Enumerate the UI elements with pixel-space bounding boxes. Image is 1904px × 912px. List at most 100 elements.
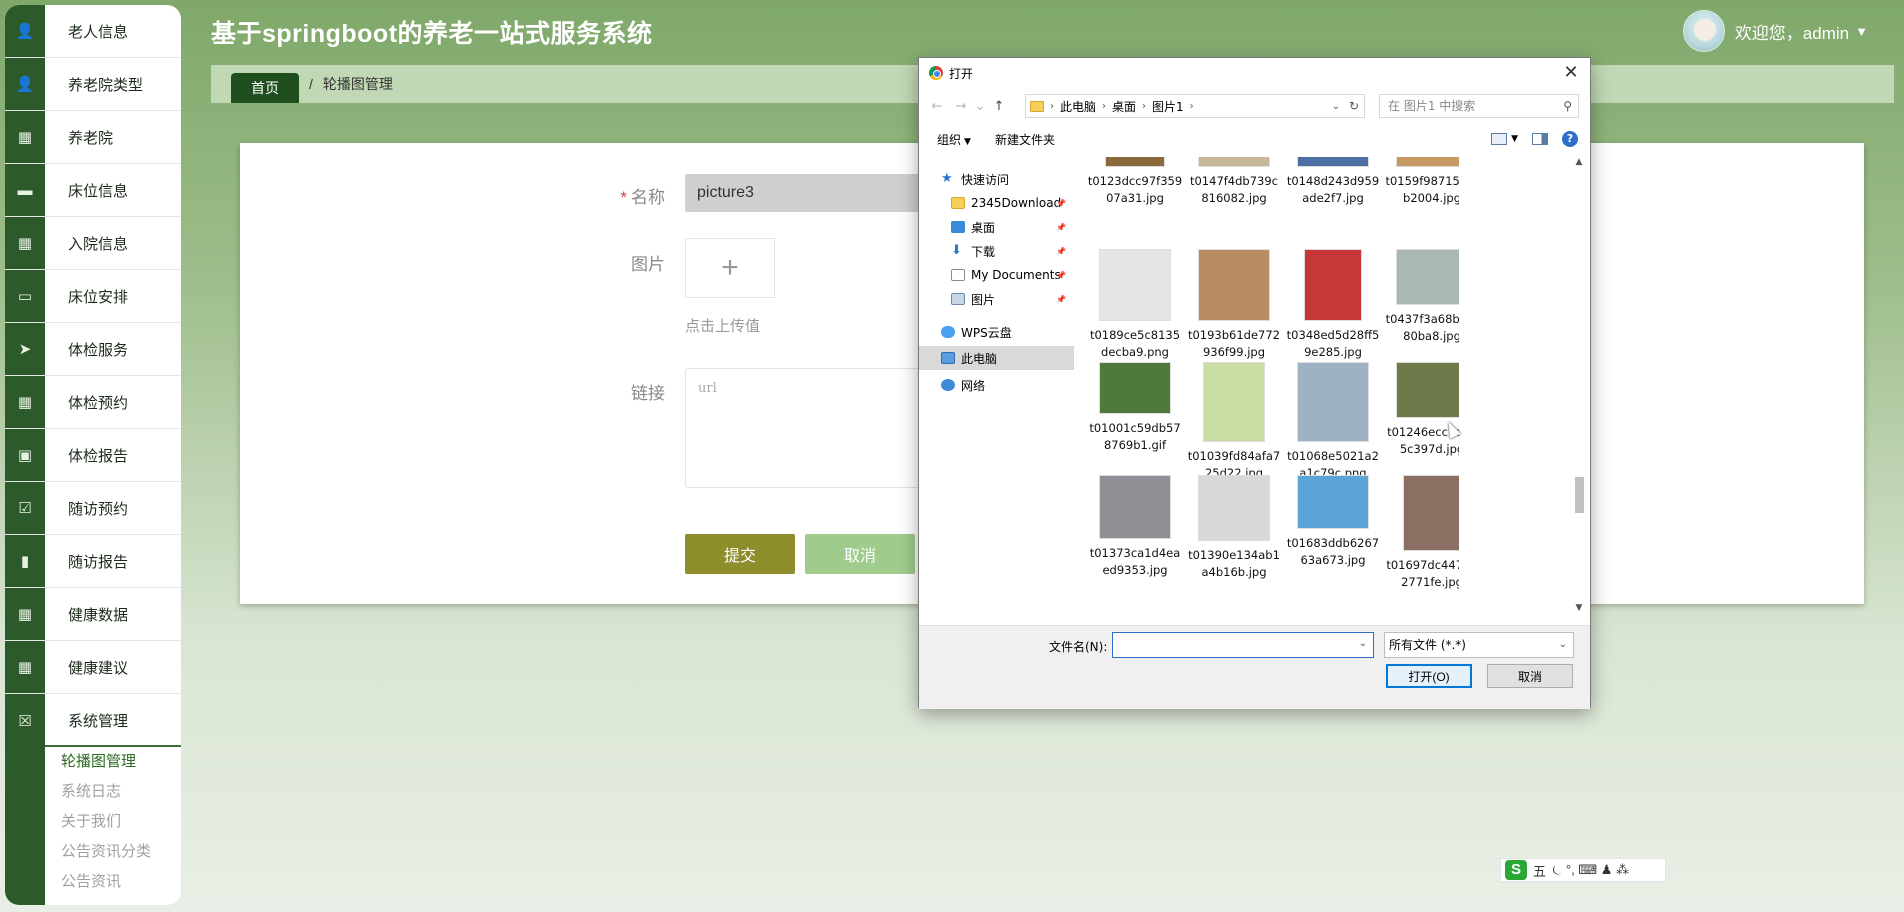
file-item[interactable]: t0123dcc97f359 07a31.jpg [1079, 157, 1191, 207]
avatar[interactable] [1682, 10, 1725, 52]
name-input[interactable]: picture3 [685, 174, 925, 212]
new-folder-button[interactable]: 新建文件夹 [995, 131, 1055, 148]
ime-toolbar[interactable]: S 五 ⏾ °, ⌨ ♟ ⁂ [1500, 858, 1666, 882]
address-crumb[interactable]: 此电脑 [1060, 98, 1096, 115]
back-icon[interactable]: ← [925, 99, 949, 114]
sidebar-item[interactable]: ▣ 体检报告 [5, 429, 181, 482]
nav-pane-item[interactable]: My Documents 📌 [919, 263, 1074, 287]
file-item[interactable]: t01001c59db57 8769b1.gif [1079, 334, 1191, 454]
address-bar[interactable]: › 此电脑 › 桌面 › 图片1 › ⌄ ↻ [1025, 94, 1365, 118]
file-item[interactable]: t01390e134ab1 a4b16b.jpg [1178, 461, 1290, 581]
file-item[interactable]: t01246ecc7ed65c397d.jpg [1376, 338, 1459, 458]
sidebar-item[interactable]: ➤ 体检服务 [5, 323, 181, 376]
nav-pane-item[interactable]: ★ 快速访问 [919, 167, 1074, 191]
document-icon [951, 269, 965, 281]
close-icon[interactable]: ✕ [1560, 62, 1582, 83]
nav-pane-item[interactable]: 桌面 📌 [919, 215, 1074, 239]
filename-dropdown-icon[interactable]: ⌄ [1359, 638, 1367, 649]
file-item[interactable]: t0159f98715fdb b2004.jpg [1376, 157, 1459, 207]
up-folder-icon[interactable]: ↑ [987, 99, 1011, 114]
dialog-cancel-button[interactable]: 取消 [1487, 664, 1573, 688]
file-thumbnail [1198, 475, 1270, 541]
sidebar-item[interactable]: 👤 老人信息 [5, 5, 181, 58]
nav-pane-item[interactable]: 网络 [919, 373, 1074, 397]
breadcrumb-home[interactable]: 首页 [231, 73, 299, 103]
user-menu[interactable]: 欢迎您，admin ▼ [1682, 10, 1868, 52]
scroll-down-icon[interactable]: ▼ [1572, 603, 1586, 617]
help-icon[interactable]: ? [1562, 131, 1578, 147]
open-button[interactable]: 打开(O) [1386, 664, 1472, 688]
sidebar-item-label: 养老院 [68, 129, 114, 147]
sidebar-item[interactable]: ▮ 随访报告 [5, 535, 181, 588]
address-crumb[interactable]: 图片1 [1152, 98, 1184, 115]
submit-button[interactable]: 提交 [685, 534, 795, 574]
submenu-item[interactable]: 关于我们 [45, 807, 181, 837]
submenu-item[interactable]: 公告资讯 [45, 867, 181, 897]
scroll-thumb[interactable] [1575, 477, 1584, 513]
sidebar-item[interactable]: ▦ 体检预约 [5, 376, 181, 429]
view-dropdown-icon[interactable]: ▼ [1511, 134, 1518, 144]
nav-pane-item[interactable]: 2345Download 📌 [919, 191, 1074, 215]
view-icon[interactable] [1491, 133, 1508, 145]
recent-locations-icon[interactable]: ⌄ [973, 99, 987, 114]
sidebar-item[interactable]: ▭ 床位安排 [5, 270, 181, 323]
file-item[interactable]: t0193b61de772 936f99.jpg [1178, 241, 1290, 361]
forward-icon[interactable]: → [949, 99, 973, 114]
file-name: t0159f98715fdb [1385, 174, 1459, 188]
address-crumb[interactable]: 桌面 [1112, 98, 1136, 115]
sidebar-item[interactable]: ☑ 随访预约 [5, 482, 181, 535]
file-item[interactable]: t01373ca1d4ea ed9353.jpg [1079, 459, 1191, 579]
pin-icon[interactable]: 📌 [1056, 247, 1066, 256]
sidebar-item[interactable]: ▦ 养老院 [5, 111, 181, 164]
sidebar-item[interactable]: ▦ 入院信息 [5, 217, 181, 270]
submenu-item[interactable]: 轮播图管理 [45, 747, 181, 777]
file-item[interactable]: t01697dc44772 2771fe.jpg [1376, 471, 1459, 591]
cloud-icon [941, 326, 955, 338]
cancel-button[interactable]: 取消 [805, 534, 915, 574]
submenu-item[interactable]: 公告资讯分类 [45, 837, 181, 867]
ime-mode[interactable]: 五 [1533, 861, 1546, 880]
file-name: t0147f4db739c [1189, 174, 1278, 188]
nav-pane-item[interactable]: 此电脑 [919, 346, 1074, 370]
address-dropdown-icon[interactable]: ⌄ [1332, 101, 1340, 112]
file-item[interactable]: t01683ddb6267 63a673.jpg [1277, 449, 1389, 569]
submenu-item[interactable]: 系统日志 [45, 777, 181, 807]
file-item[interactable]: t0147f4db739c 816082.jpg [1178, 157, 1290, 207]
link-textarea[interactable]: url [685, 368, 925, 488]
file-name: t01373ca1d4ea [1089, 546, 1181, 560]
sidebar-item-label: 体检预约 [68, 394, 129, 412]
file-item[interactable]: t0437f3a68b5f780ba8.jpg [1376, 225, 1459, 345]
sidebar-item[interactable]: ▦ 健康建议 [5, 641, 181, 694]
dialog-footer: 文件名(N): ⌄ 所有文件 (*.*) ⌄ 打开(O) 取消 [919, 625, 1590, 709]
nav-pane-item[interactable]: 图片 📌 [919, 287, 1074, 311]
pin-icon[interactable]: 📌 [1056, 271, 1066, 280]
preview-pane-icon[interactable] [1532, 133, 1548, 145]
file-name-ext: b2004.jpg [1402, 191, 1459, 205]
sogou-logo-icon[interactable]: S [1505, 860, 1527, 880]
pin-icon[interactable]: 📌 [1056, 223, 1066, 232]
nav-pane-item[interactable]: ⬇ 下载 📌 [919, 239, 1074, 263]
image-upload-button[interactable]: + [685, 238, 775, 298]
filetype-dropdown-icon[interactable]: ⌄ [1559, 633, 1567, 657]
dialog-toolbar: 组织 ▼ 新建文件夹 ▼ ? [919, 124, 1590, 154]
pin-icon[interactable]: 📌 [1056, 295, 1066, 304]
organize-button[interactable]: 组织 ▼ [937, 131, 971, 148]
search-input[interactable]: 在 图片1 中搜索 ⚲ [1379, 94, 1579, 118]
refresh-icon[interactable]: ↻ [1349, 99, 1359, 113]
file-item[interactable]: t0148d243d959 ade2f7.jpg [1277, 157, 1389, 207]
sidebar-item[interactable]: ▬ 床位信息 [5, 164, 181, 217]
name-label: * 名称 [620, 188, 665, 207]
sidebar-item[interactable]: ☒ 系统管理 [5, 694, 181, 747]
pin-icon[interactable]: 📌 [1056, 199, 1066, 208]
sidebar-item[interactable]: ▦ 健康数据 [5, 588, 181, 641]
sidebar-item[interactable]: 👤 养老院类型 [5, 58, 181, 111]
filename-input[interactable]: ⌄ [1112, 632, 1374, 658]
scroll-up-icon[interactable]: ▲ [1572, 157, 1586, 171]
nav-pane-item[interactable]: WPS云盘 [919, 320, 1074, 344]
file-scrollbar[interactable]: ▲ ▼ [1572, 157, 1586, 617]
filetype-select[interactable]: 所有文件 (*.*) ⌄ [1384, 632, 1574, 658]
file-item[interactable]: t0348ed5d28ff5 9e285.jpg [1277, 241, 1389, 361]
ime-tool-icons[interactable]: ⏾ °, ⌨ ♟ ⁂ [1552, 862, 1629, 878]
chevron-down-icon[interactable]: ▼ [1855, 24, 1868, 39]
folder-icon [951, 197, 965, 209]
